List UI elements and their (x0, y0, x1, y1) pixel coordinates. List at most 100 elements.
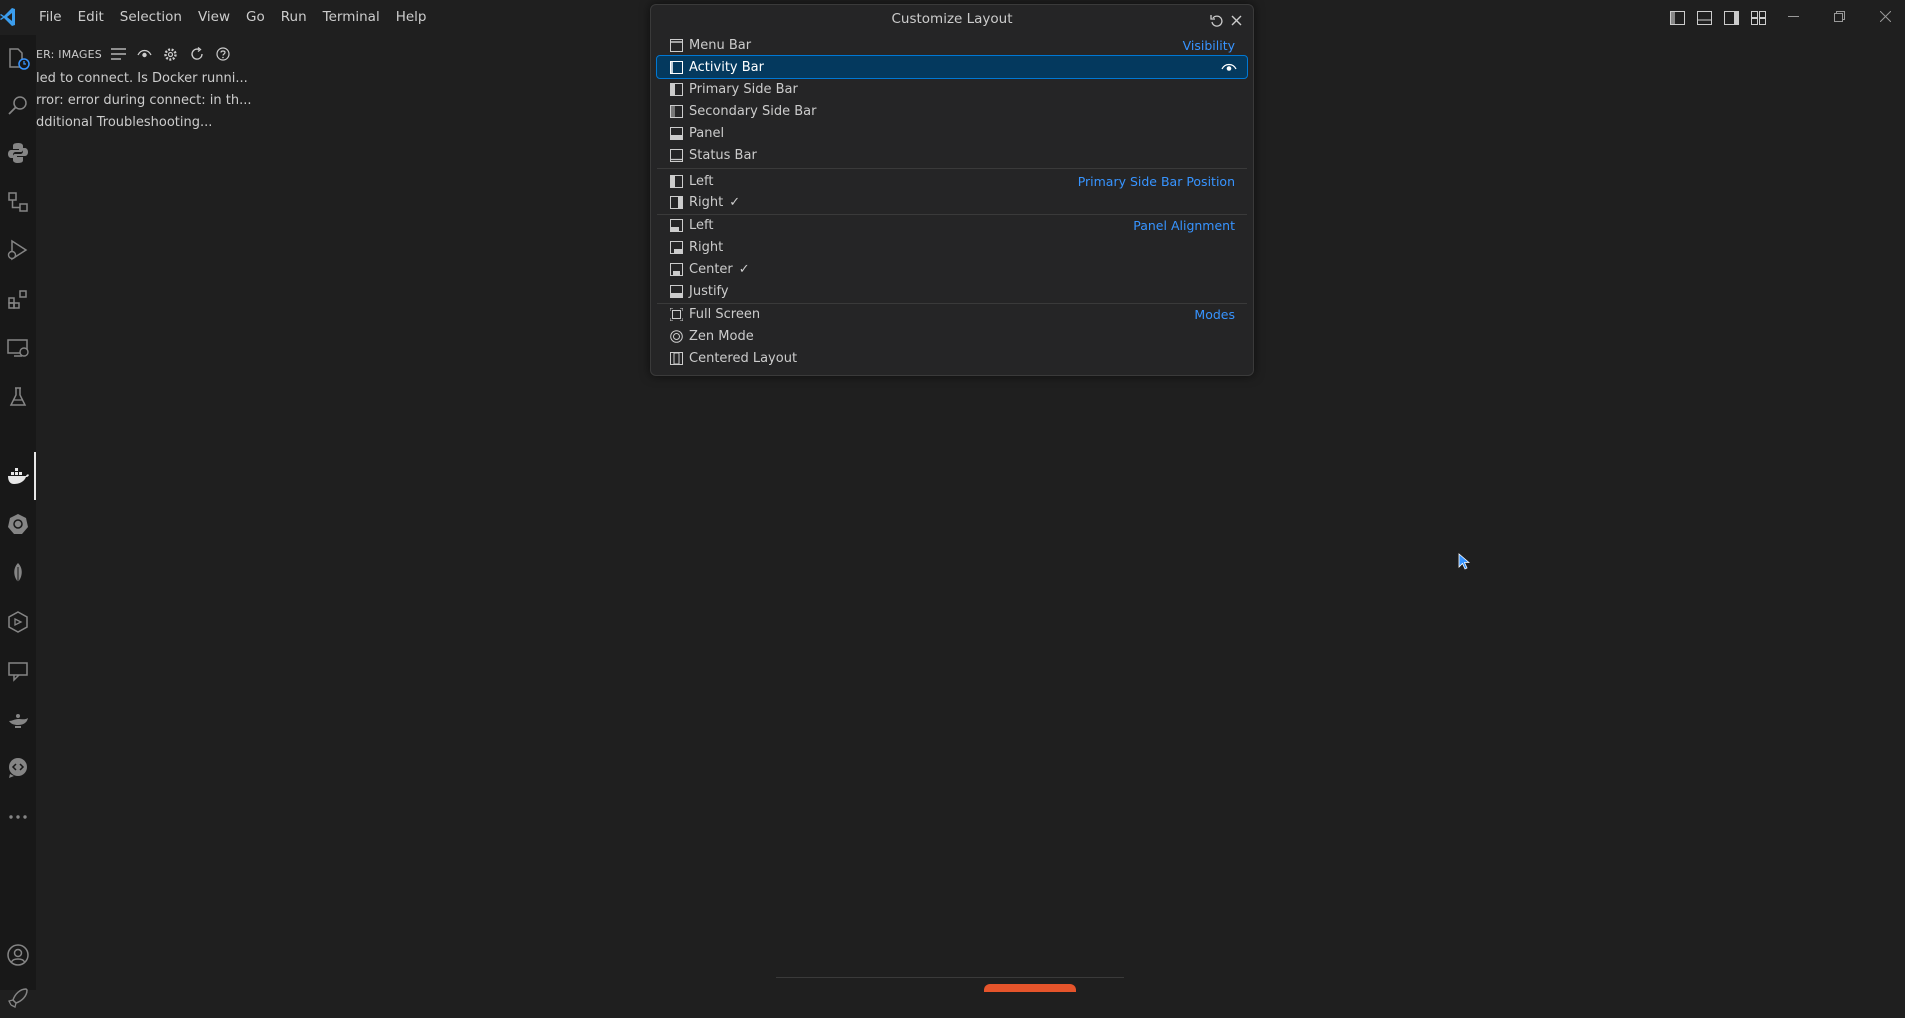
troubleshooting-link[interactable]: dditional Troubleshooting... (36, 115, 212, 130)
layout-controls (1666, 7, 1769, 29)
toggle-secondary-sidebar-icon[interactable] (1720, 7, 1742, 29)
group-label-visibility: Visibility (1182, 37, 1235, 53)
more-icon[interactable] (0, 797, 36, 837)
menu-terminal[interactable]: Terminal (315, 0, 388, 35)
option-panel-right[interactable]: Right (657, 236, 1247, 258)
panel-align-left-icon (669, 218, 683, 232)
mongodb-leaf-icon[interactable] (0, 553, 36, 593)
search-icon[interactable] (0, 85, 36, 125)
menu-bar: File Edit Selection View Go Run Terminal… (31, 0, 434, 35)
rocket-icon[interactable] (0, 978, 36, 1018)
option-status-bar[interactable]: Status Bar (657, 144, 1247, 166)
layout-centered-icon (669, 351, 683, 365)
option-label: Panel (689, 125, 725, 141)
layout-sidebar-left-icon (669, 174, 683, 188)
menu-file[interactable]: File (31, 0, 70, 35)
vscode-logo-icon (0, 8, 15, 26)
option-label: Center (689, 261, 733, 277)
menu-selection[interactable]: Selection (112, 0, 190, 35)
menu-edit[interactable]: Edit (70, 0, 112, 35)
error-detail-line[interactable]: rror: error during connect: in th... (36, 93, 251, 108)
reset-layout-icon[interactable] (1207, 11, 1225, 29)
restore-icon[interactable] (1816, 0, 1862, 32)
run-debug-icon[interactable] (0, 230, 36, 270)
option-activity-bar[interactable]: Activity Bar (656, 55, 1248, 79)
layout-sidebar-right-icon (669, 104, 683, 118)
panel-align-right-icon (669, 240, 683, 254)
view-header: ER: IMAGES (36, 43, 232, 65)
customize-layout-icon[interactable] (1747, 7, 1769, 29)
orange-status-pill[interactable] (984, 984, 1076, 992)
separator (657, 168, 1247, 169)
panel-align-center-icon (669, 262, 683, 276)
option-label: Left (689, 217, 714, 233)
kubernetes-icon[interactable] (0, 504, 36, 544)
eye-icon[interactable] (136, 45, 154, 63)
customize-layout-quickpick: Customize Layout Menu Bar Visibility Act… (650, 4, 1254, 376)
source-control-icon[interactable] (0, 182, 36, 222)
eye-toggle-icon[interactable] (1221, 59, 1237, 75)
option-panel[interactable]: Panel (657, 122, 1247, 144)
layout-sidebar-right-icon (669, 195, 683, 209)
comments-icon[interactable] (0, 651, 36, 691)
cube-extension-icon[interactable] (0, 602, 36, 642)
docker-icon[interactable] (0, 456, 36, 496)
toggle-panel-icon[interactable] (1693, 7, 1715, 29)
minimize-icon[interactable] (1770, 0, 1816, 32)
menu-view[interactable]: View (190, 0, 238, 35)
remote-explorer-icon[interactable] (0, 328, 36, 368)
option-label: Menu Bar (689, 37, 752, 53)
code-chat-icon[interactable] (0, 748, 36, 788)
option-primary-side-bar[interactable]: Primary Side Bar (657, 78, 1247, 100)
error-connect-line[interactable]: led to connect. Is Docker runni... (36, 71, 248, 86)
option-panel-left[interactable]: Left Panel Alignment (657, 214, 1247, 236)
option-label: Centered Layout (689, 350, 798, 366)
option-label: Status Bar (689, 147, 757, 163)
layout-statusbar-icon (669, 148, 683, 162)
activity-bar (0, 35, 36, 1008)
option-sidebar-left[interactable]: Left Primary Side Bar Position (657, 170, 1247, 192)
checkmark-icon: ✓ (738, 261, 750, 277)
option-label: Full Screen (689, 306, 761, 322)
option-label: Zen Mode (689, 328, 754, 344)
option-centered-layout[interactable]: Centered Layout (657, 347, 1247, 369)
option-label: Justify (689, 283, 729, 299)
docker-images-view: ER: IMAGES led to connect. Is Docker run… (36, 35, 336, 990)
python-icon[interactable] (0, 133, 36, 173)
layout-panel-icon (669, 126, 683, 140)
mouse-cursor-icon (1458, 553, 1470, 570)
layout-sidebar-left-icon (669, 82, 683, 96)
option-sidebar-right[interactable]: Right ✓ (657, 191, 1247, 213)
option-panel-center[interactable]: Center ✓ (657, 258, 1247, 280)
group-by-icon[interactable] (110, 45, 128, 63)
view-actions (110, 45, 232, 63)
explorer-icon[interactable] (0, 38, 36, 78)
group-label-modes: Modes (1194, 306, 1235, 322)
option-label: Left (689, 173, 714, 189)
checkmark-icon: ✓ (729, 194, 741, 210)
help-icon[interactable] (214, 45, 232, 63)
testing-icon[interactable] (0, 377, 36, 417)
genie-lamp-icon[interactable] (0, 699, 36, 739)
close-quickpick-icon[interactable] (1227, 11, 1245, 29)
view-title: ER: IMAGES (36, 47, 102, 61)
settings-gear-icon[interactable] (162, 45, 180, 63)
option-menu-bar[interactable]: Menu Bar Visibility (657, 34, 1247, 56)
group-label-sidebar-position: Primary Side Bar Position (1077, 173, 1235, 189)
panel-align-justify-icon (669, 284, 683, 298)
option-panel-justify[interactable]: Justify (657, 280, 1247, 302)
refresh-icon[interactable] (188, 45, 206, 63)
accounts-icon[interactable] (0, 935, 36, 975)
screen-full-icon (669, 307, 683, 321)
menu-help[interactable]: Help (388, 0, 435, 35)
extensions-icon[interactable] (0, 279, 36, 319)
toggle-primary-sidebar-icon[interactable] (1666, 7, 1688, 29)
zen-mode-icon (669, 329, 683, 343)
option-secondary-side-bar[interactable]: Secondary Side Bar (657, 100, 1247, 122)
close-window-icon[interactable] (1862, 0, 1905, 32)
option-label: Activity Bar (689, 59, 764, 75)
option-zen-mode[interactable]: Zen Mode (657, 325, 1247, 347)
menu-run[interactable]: Run (273, 0, 315, 35)
option-full-screen[interactable]: Full Screen Modes (657, 303, 1247, 325)
menu-go[interactable]: Go (238, 0, 273, 35)
